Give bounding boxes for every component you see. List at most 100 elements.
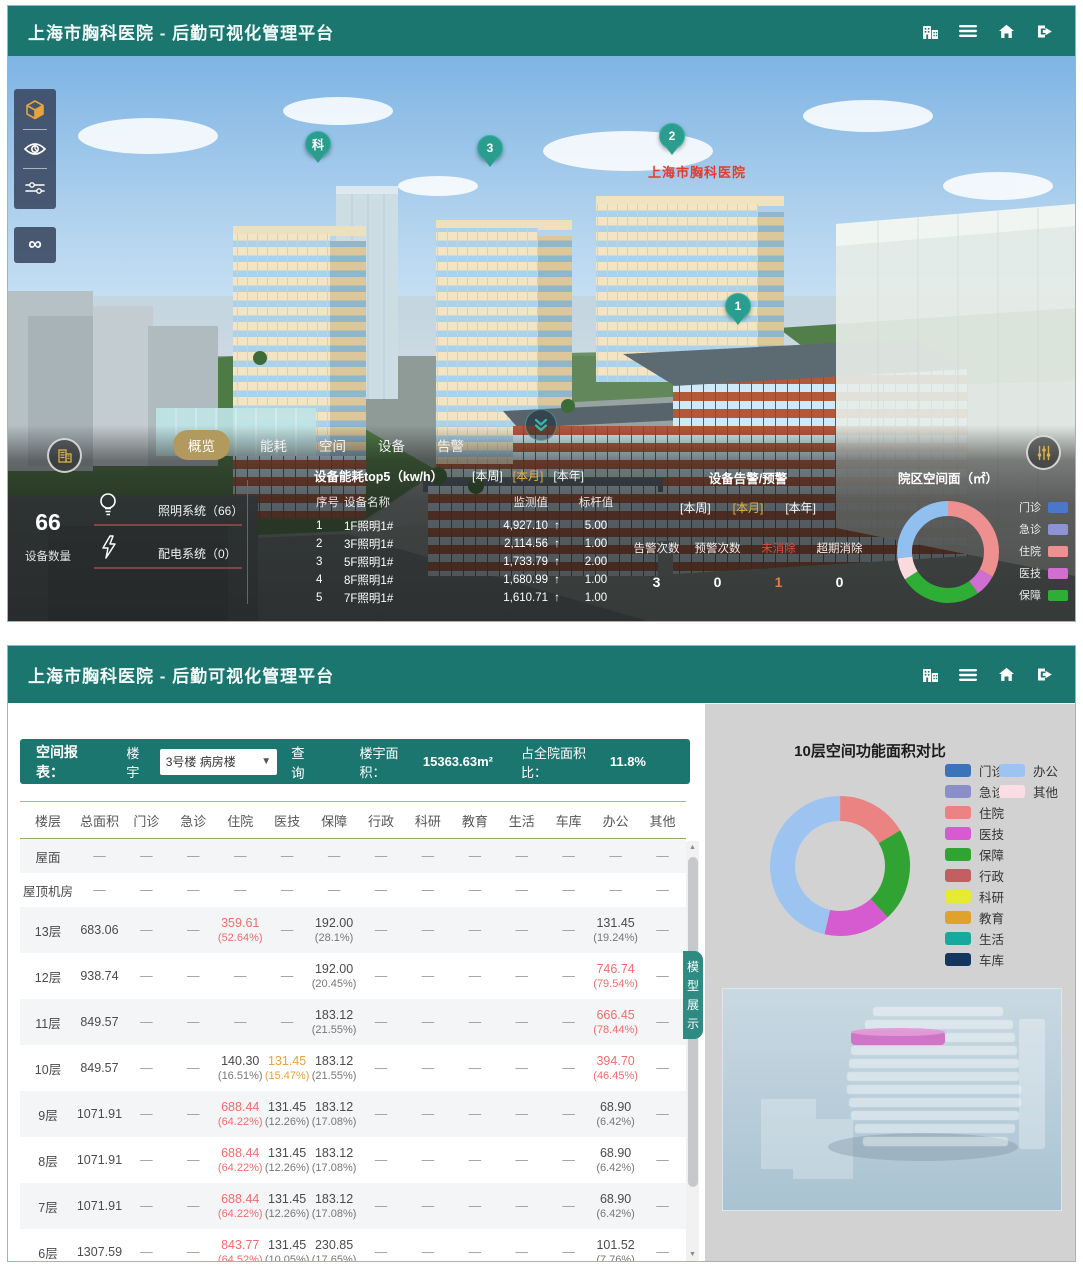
cell-value: —	[545, 883, 592, 897]
energy-period-0[interactable]: [本周]	[472, 467, 503, 484]
table-cell: —	[123, 883, 170, 897]
model-display-tab[interactable]: 模型展示	[683, 951, 703, 1039]
logout-icon[interactable]	[1033, 21, 1055, 41]
scene-tab-2[interactable]: 空间	[317, 430, 348, 460]
power-system-label[interactable]: 配电系统（0）	[158, 545, 258, 562]
cell-value: —	[404, 1107, 451, 1121]
table-cell: 849.57	[76, 1061, 123, 1075]
building-marker-1[interactable]: 1	[725, 293, 751, 327]
energy-period-1[interactable]: [本月]	[513, 467, 544, 484]
table-cell: 1071.91	[76, 1199, 123, 1213]
table-cell: —	[170, 849, 217, 863]
table-body: 屋面—————————————屋顶机房—————————————13层683.0…	[20, 839, 686, 1261]
table-cell: —	[123, 1153, 170, 1167]
energy-cell: 4,927.10	[460, 520, 548, 532]
cell-value: —	[123, 883, 170, 897]
energy-cell: 3F照明1#	[344, 536, 460, 552]
space-report-panel: 上海市胸科医院 - 后勤可视化管理平台 空间报表： 楼宇 3号楼 病房楼 ▼	[7, 645, 1076, 1262]
table-scrollbar[interactable]: ▲ ▼	[686, 841, 699, 1261]
table-cell: 131.45(12.26%)	[264, 1146, 311, 1174]
lighting-system-label[interactable]: 照明系统（66）	[158, 502, 258, 519]
sliders-icon[interactable]	[20, 175, 50, 201]
legend-item: 急诊	[945, 781, 1004, 802]
energy-col-0: 序号	[314, 494, 344, 510]
settings-equalizer-button[interactable]	[1026, 435, 1061, 470]
cube-icon[interactable]	[20, 97, 50, 123]
alarm-period-tabs: [本周] [本月] [本年]	[626, 499, 870, 516]
building-marker-3[interactable]: 3	[477, 135, 503, 169]
cell-value: —	[123, 1015, 170, 1029]
legend-swatch	[945, 806, 971, 819]
building-list-button[interactable]	[47, 438, 82, 473]
table-cell: —	[170, 923, 217, 937]
scene-tab-4[interactable]: 告警	[435, 430, 466, 460]
table-cell: 101.52(7.76%)	[592, 1238, 639, 1261]
logout-icon[interactable]	[1033, 665, 1055, 685]
table-cell: —	[123, 923, 170, 937]
table-cell: —	[264, 1015, 311, 1029]
table-cell: —	[404, 1107, 451, 1121]
query-button[interactable]: 查询	[291, 742, 317, 782]
floor-area-donut-chart	[765, 791, 915, 941]
scroll-up-arrow[interactable]: ▲	[686, 841, 699, 854]
hospital-icon[interactable]	[919, 665, 941, 685]
alarm-period-1[interactable]: [本月]	[733, 499, 764, 516]
scene-tab-1[interactable]: 能耗	[258, 430, 289, 460]
floor-area-table: 楼层总面积门诊急诊住院医技保障行政科研教育生活车库办公其他 屋面————————…	[20, 801, 686, 1261]
menu-icon[interactable]	[957, 21, 979, 41]
model-3d-preview[interactable]	[722, 988, 1062, 1211]
table-cell: —	[404, 923, 451, 937]
cell-value: —	[639, 1107, 686, 1121]
model-tab-char: 模	[687, 958, 699, 975]
floor-cell: 11层	[20, 1013, 76, 1032]
cell-value: —	[545, 1199, 592, 1213]
cell-percent: (12.26%)	[264, 1116, 311, 1128]
column-header-6: 保障	[311, 811, 358, 830]
cell-value: 131.45	[264, 1100, 311, 1114]
legend-swatch	[1048, 590, 1068, 601]
infinity-icon[interactable]: ∞	[14, 227, 56, 263]
building-marker-2[interactable]: 2	[659, 123, 685, 157]
legend-item: 住院	[945, 802, 1004, 823]
eye-icon[interactable]	[20, 136, 50, 162]
cell-value: —	[498, 1015, 545, 1029]
app-title: 上海市胸科医院 - 后勤可视化管理平台	[28, 19, 334, 44]
scroll-down-arrow[interactable]: ▼	[686, 1248, 699, 1261]
scene-tab-3[interactable]: 设备	[376, 430, 407, 460]
cell-value: —	[451, 1107, 498, 1121]
cell-value: 183.12	[311, 1146, 358, 1160]
cell-value: —	[358, 1015, 405, 1029]
cell-value: 688.44	[217, 1100, 264, 1114]
scene-tab-0[interactable]: 概览	[173, 430, 230, 460]
cell-value: 1071.91	[76, 1199, 123, 1213]
building-select[interactable]: 3号楼 病房楼 ▼	[160, 749, 277, 775]
cell-value: —	[404, 1245, 451, 1259]
alarm-period-2[interactable]: [本年]	[785, 499, 816, 516]
building-marker-科[interactable]: 科	[305, 131, 331, 165]
menu-icon[interactable]	[957, 665, 979, 685]
chevron-down-icon[interactable]	[525, 409, 557, 441]
highlighted-floor	[851, 1028, 945, 1045]
marker-label: 3	[477, 135, 503, 161]
legend-label: 保障	[979, 845, 1004, 864]
home-icon[interactable]	[995, 665, 1017, 685]
floor-cell: 7层	[20, 1197, 76, 1216]
energy-table-header: 序号设备名称监测值标杆值	[314, 493, 584, 511]
energy-period-2[interactable]: [本年]	[553, 467, 584, 484]
hospital-icon[interactable]	[919, 21, 941, 41]
cell-value: —	[123, 1199, 170, 1213]
cell-value: 183.12	[311, 1054, 358, 1068]
campus-3d-scene[interactable]: ∞ 科321 上海市胸科医院 概览能耗空间设备告警 66 设备数量 照明系统（6…	[8, 56, 1075, 621]
ghost-building-render	[723, 989, 1061, 1210]
marker-tail	[666, 147, 678, 161]
column-header-2: 门诊	[123, 811, 170, 830]
alarm-period-0[interactable]: [本周]	[680, 499, 711, 516]
alarm-block: 设备告警/预警 [本周][本月][本年] 告警次数预警次数未消除超期消除3010	[626, 468, 870, 590]
table-cell: —	[451, 1153, 498, 1167]
home-icon[interactable]	[995, 21, 1017, 41]
cell-value: —	[404, 1199, 451, 1213]
marker-tail	[732, 317, 744, 331]
table-cell: —	[358, 849, 405, 863]
cell-value: —	[498, 923, 545, 937]
cell-value: —	[545, 1107, 592, 1121]
